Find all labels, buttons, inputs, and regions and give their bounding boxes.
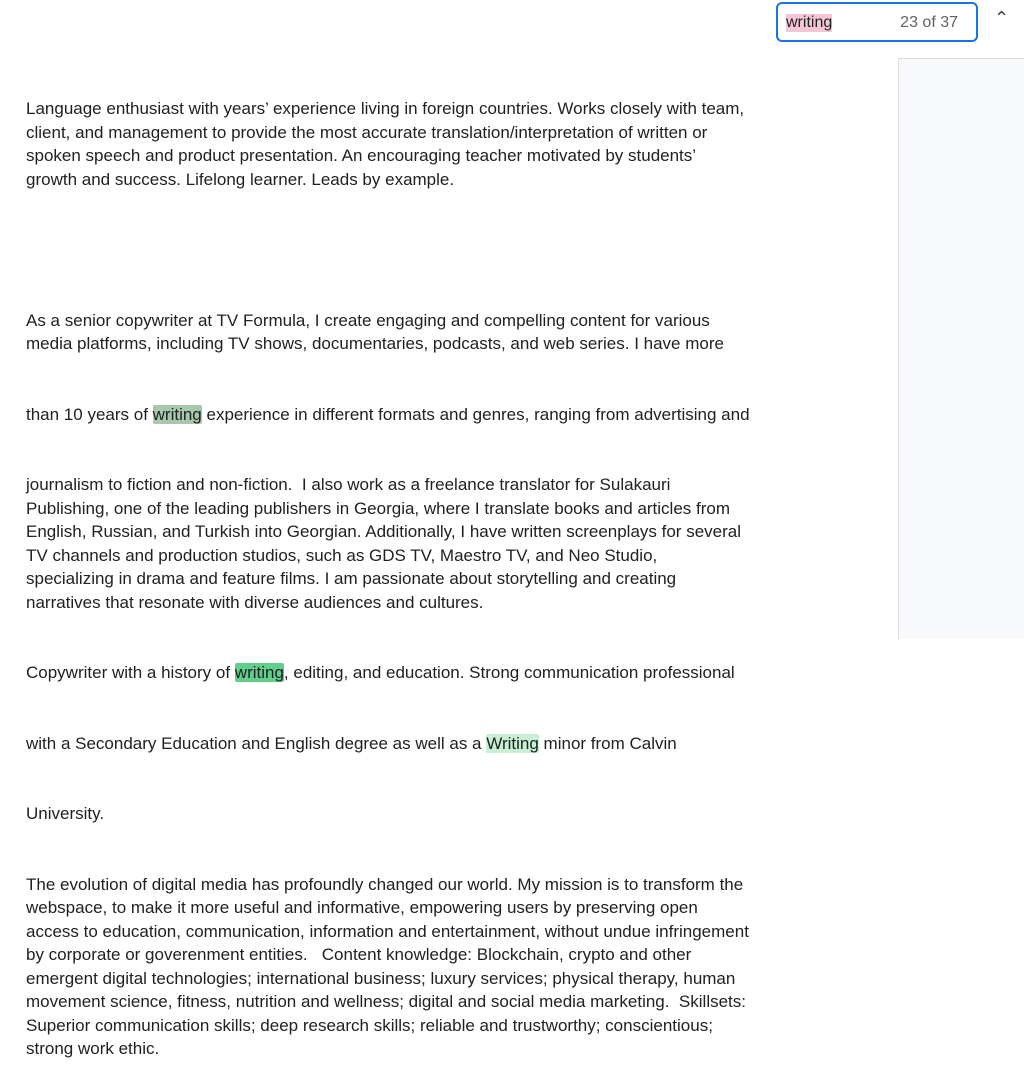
text-line: English, Russian, and Turkish into Georg… xyxy=(26,522,741,541)
text-line: strong work ethic. xyxy=(26,1039,160,1058)
text-line: journalism to fiction and non-fiction. I… xyxy=(26,475,671,494)
match-count: 23 of 37 xyxy=(900,14,958,31)
text: Copywriter with a history of xyxy=(26,663,235,682)
text-line: access to education, communication, info… xyxy=(26,921,749,941)
text-line: Publishing, one of the leading publisher… xyxy=(26,498,731,518)
find-input[interactable]: writing xyxy=(786,14,833,32)
text-line: than 10 years of writing experience in d… xyxy=(26,403,750,427)
text: experience in different formats and genr… xyxy=(201,404,750,424)
side-panel xyxy=(898,58,1024,639)
text-line: media platforms, including TV shows, doc… xyxy=(26,334,724,353)
text-line: University. xyxy=(26,804,105,823)
text: than 10 years of xyxy=(26,404,153,424)
text-line: TV channels and production studios, such… xyxy=(26,545,658,565)
text-line: client, and management to provide the mo… xyxy=(26,122,708,142)
chevron-up-icon[interactable]: ⌃ xyxy=(994,8,1009,29)
document-body: Language enthusiast with years’ experien… xyxy=(26,50,750,1084)
search-match-active: writing xyxy=(234,663,284,682)
text-line: movement science, fitness, nutrition and… xyxy=(26,992,747,1011)
text-line: Copywriter with a history of writing, ed… xyxy=(26,661,750,685)
text-line: by corporate or goverenment entities. Co… xyxy=(26,945,692,964)
search-match: writing xyxy=(152,404,202,424)
text: , editing, and education. Strong communi… xyxy=(283,663,735,682)
text-line: growth and success. Lifelong learner. Le… xyxy=(26,169,455,189)
text-line: Language enthusiast with years’ experien… xyxy=(26,99,745,118)
text-line: with a Secondary Education and English d… xyxy=(26,732,750,756)
text-line: The evolution of digital media has profo… xyxy=(26,874,744,894)
text: with a Secondary Education and English d… xyxy=(26,733,487,753)
text-line: emergent digital technologies; internati… xyxy=(26,968,736,988)
search-match: Writing xyxy=(486,733,539,753)
text-line: specializing in drama and feature films.… xyxy=(26,569,677,588)
text: minor from Calvin xyxy=(538,733,677,753)
text-line: narratives that resonate with diverse au… xyxy=(26,592,484,612)
text-line: As a senior copywriter at TV Formula, I … xyxy=(26,310,710,330)
text-line: webspace, to make it more useful and inf… xyxy=(26,898,698,917)
text-line: Superior communication skills; deep rese… xyxy=(26,1015,713,1035)
text-line: spoken speech and product presentation. … xyxy=(26,146,697,165)
find-bar[interactable]: writing 23 of 37 xyxy=(776,2,978,42)
